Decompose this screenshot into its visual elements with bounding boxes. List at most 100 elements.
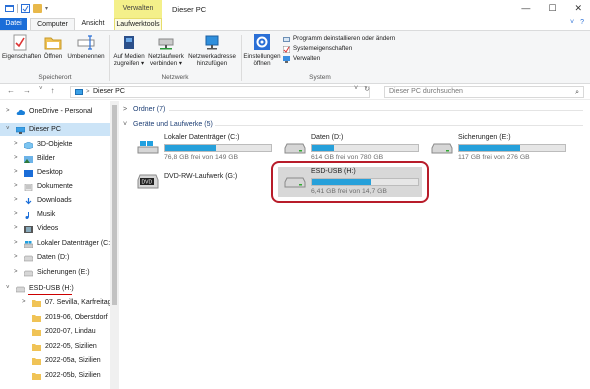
scrollbar-thumb[interactable] — [112, 105, 117, 305]
breadcrumb-dieser-pc[interactable]: Dieser PC — [93, 88, 125, 95]
tab-laufwerktools[interactable]: Laufwerktools — [114, 18, 162, 30]
sidebar-item-folder-2022-05-sizilien[interactable]: 2022-05, Sizilien — [0, 340, 115, 353]
content-pane: > Ordner (7) ˅ Geräte und Laufwerke (5) … — [119, 101, 590, 389]
customize-toolbar-icon[interactable]: ▾ — [45, 5, 48, 12]
sidebar-item-folder-2022-05a-sizilien[interactable]: 2022-05a, Sizilien — [0, 354, 115, 367]
sidebar-item-onedrive[interactable]: > OneDrive - Personal — [0, 105, 115, 118]
address-dropdown-icon[interactable]: ˅ — [354, 85, 358, 93]
add-network-location-button[interactable]: Netzwerkadresse hinzufügen — [186, 34, 238, 67]
chevron-right-icon: > — [123, 106, 128, 113]
sidebar-item-dieser-pc[interactable]: ˅ Dieser PC — [0, 123, 115, 136]
sidebar-item-dokumente[interactable]: > Dokumente — [0, 180, 115, 193]
forward-button[interactable]: → — [23, 86, 31, 95]
sidebar-item-label: Dokumente — [37, 183, 73, 190]
drive-name: Daten (D:) — [311, 134, 344, 141]
sidebar-item-daten-d[interactable]: > Daten (D:) — [0, 251, 115, 264]
maximize-button[interactable]: ☐ — [548, 3, 556, 14]
chevron-right-icon[interactable]: > — [14, 152, 18, 165]
chevron-right-icon[interactable]: > — [14, 251, 18, 264]
open-button[interactable]: Öffnen — [42, 34, 64, 60]
windows-drive-icon — [137, 140, 159, 154]
annotation-highlight-box — [271, 161, 429, 203]
folder-icon — [32, 372, 41, 380]
sidebar-item-label: 2019-06, Oberstdorf — [45, 314, 108, 321]
recent-locations-button[interactable]: ˅ — [39, 86, 43, 95]
sidebar-item-folder-2020-07-lindau[interactable]: 2020-07, Lindau — [0, 325, 115, 338]
folders-section-header[interactable]: > Ordner (7) — [123, 106, 583, 113]
group-divider — [241, 35, 242, 81]
uninstall-program-button[interactable]: Programm deinstallieren oder ändern — [283, 34, 395, 44]
chevron-right-icon[interactable]: > — [14, 194, 18, 207]
sidebar-item-folder-2022-05b-sizilien[interactable]: 2022-05b, Sizilien — [0, 369, 115, 382]
open-settings-button[interactable]: Einstellungen öffnen — [243, 34, 281, 67]
dvd-drive-icon: DVD — [137, 172, 159, 189]
chevron-right-icon[interactable]: > — [14, 166, 18, 179]
tab-datei[interactable]: Datei — [0, 18, 27, 30]
group-label-netzwerk: Netzwerk — [161, 74, 189, 81]
hard-drive-icon — [23, 269, 34, 277]
chevron-right-icon[interactable]: > — [14, 266, 18, 279]
sidebar-item-downloads[interactable]: > Downloads — [0, 194, 115, 207]
search-placeholder: Dieser PC durchsuchen — [389, 88, 463, 95]
window-title: Dieser PC — [172, 5, 207, 14]
manage-button[interactable]: Verwalten — [283, 54, 395, 64]
back-button[interactable]: ← — [7, 86, 15, 95]
close-button[interactable]: ✕ — [574, 3, 582, 14]
new-folder-quick-icon[interactable] — [33, 4, 42, 13]
sidebar-item-folder-2019-06-oberstdorf[interactable]: 2019-06, Oberstdorf — [0, 311, 115, 324]
chevron-right-icon[interactable]: > — [22, 296, 26, 309]
folder-icon — [32, 314, 41, 322]
drive-d[interactable]: Daten (D:) 614 GB frei von 780 GB — [284, 134, 444, 162]
sidebar-item-bilder[interactable]: > Bilder — [0, 152, 115, 165]
search-icon[interactable]: ⌕ — [575, 88, 579, 98]
drive-free-space: 76,8 GB frei von 149 GB — [164, 154, 239, 161]
drive-usage-bar — [311, 144, 419, 152]
chevron-right-icon[interactable]: > — [6, 105, 10, 118]
tab-computer[interactable]: Computer — [30, 18, 75, 30]
properties-button[interactable]: Eigenschaften — [2, 34, 41, 60]
sidebar-item-label: Bilder — [37, 155, 55, 162]
map-network-drive-button[interactable]: Netzlaufwerk verbinden ▾ — [146, 34, 186, 67]
minimize-button[interactable]: — — [521, 3, 530, 14]
sidebar-item-label: Videos — [37, 225, 59, 232]
sidebar-item-label: 2020-07, Lindau — [45, 328, 96, 335]
address-bar[interactable]: > Dieser PC — [70, 86, 370, 98]
sidebar-item-label: Desktop — [37, 169, 63, 176]
refresh-icon[interactable]: ↻ — [364, 85, 370, 93]
sidebar-item-label: Musik — [37, 211, 56, 218]
document-icon — [24, 183, 33, 192]
rename-button[interactable]: Umbenennen — [66, 34, 106, 60]
manage-context-tab[interactable]: Verwalten — [114, 0, 162, 18]
drive-c[interactable]: Lokaler Datenträger (C:) 76,8 GB frei vo… — [137, 134, 297, 162]
search-input[interactable]: Dieser PC durchsuchen ⌕ — [384, 86, 584, 98]
properties-icon — [11, 34, 29, 51]
access-media-button[interactable]: Auf Medien zugreifen ▾ — [112, 34, 146, 67]
help-icon[interactable]: ? — [580, 19, 584, 26]
properties-quick-icon[interactable] — [21, 4, 30, 13]
up-button[interactable]: ↑ — [51, 86, 55, 95]
sidebar-item-videos[interactable]: > Videos — [0, 222, 115, 235]
chevron-down-icon[interactable]: ˅ — [570, 19, 574, 26]
chevron-down-icon[interactable]: ˅ — [6, 282, 10, 295]
drive-e[interactable]: Sicherungen (E:) 117 GB frei von 276 GB — [431, 134, 590, 162]
navigation-scrollbar[interactable] — [110, 101, 119, 389]
tab-ansicht[interactable]: Ansicht — [79, 18, 107, 30]
sidebar-item-folder-07-sevilla[interactable]: >07. Sevilla, Karfreitag Aben — [0, 296, 115, 309]
breadcrumb-separator[interactable]: > — [86, 87, 90, 97]
system-properties-button[interactable]: Systemeigenschaften — [282, 44, 395, 54]
drives-section-header[interactable]: ˅ Geräte und Laufwerke (5) — [123, 121, 583, 128]
sidebar-item-3d-objekte[interactable]: >3D-Objekte — [0, 138, 115, 151]
sidebar-item-desktop[interactable]: > Desktop — [0, 166, 115, 179]
open-folder-icon — [44, 34, 62, 51]
chevron-right-icon[interactable]: > — [14, 208, 18, 221]
chevron-right-icon[interactable]: > — [14, 222, 18, 235]
chevron-down-icon[interactable]: ˅ — [6, 123, 10, 136]
chevron-right-icon[interactable]: > — [14, 180, 18, 193]
chevron-right-icon[interactable]: > — [14, 138, 18, 151]
chevron-right-icon[interactable]: > — [14, 237, 18, 250]
sidebar-item-musik[interactable]: > Musik — [0, 208, 115, 221]
sidebar-item-sicherungen-e[interactable]: > Sicherungen (E:) — [0, 266, 115, 279]
sidebar-item-lokaler-datentraeger-c[interactable]: > Lokaler Datenträger (C:) — [0, 237, 115, 250]
drive-name: DVD-RW-Laufwerk (G:) — [164, 173, 238, 180]
open-label: Öffnen — [43, 53, 63, 60]
